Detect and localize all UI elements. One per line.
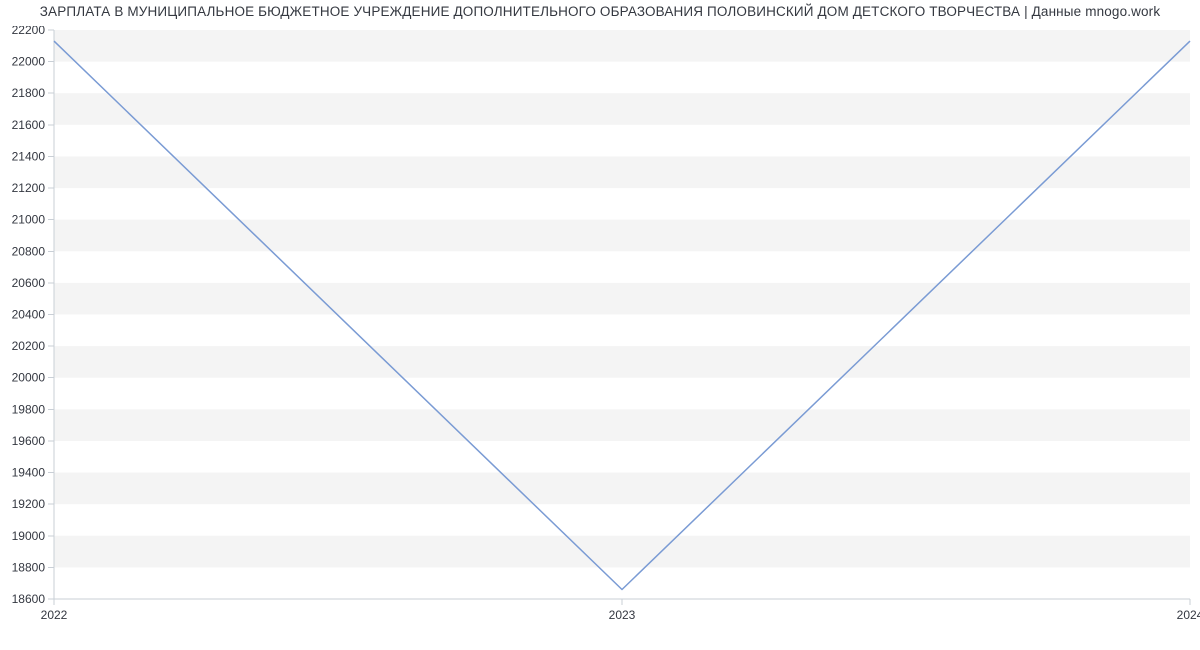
salary-line-chart: ЗАРПЛАТА В МУНИЦИПАЛЬНОЕ БЮДЖЕТНОЕ УЧРЕЖ… — [0, 0, 1200, 650]
svg-text:20400: 20400 — [12, 308, 46, 322]
svg-text:20600: 20600 — [12, 276, 46, 290]
svg-text:2023: 2023 — [609, 608, 636, 622]
svg-text:21000: 21000 — [12, 213, 46, 227]
svg-text:20000: 20000 — [12, 371, 46, 385]
svg-text:20200: 20200 — [12, 339, 46, 353]
svg-text:2022: 2022 — [41, 608, 68, 622]
svg-text:21200: 21200 — [12, 181, 46, 195]
svg-text:19800: 19800 — [12, 402, 46, 416]
svg-text:19400: 19400 — [12, 466, 46, 480]
svg-text:19600: 19600 — [12, 434, 46, 448]
svg-text:18600: 18600 — [12, 592, 46, 606]
svg-text:19200: 19200 — [12, 497, 46, 511]
svg-text:21600: 21600 — [12, 118, 46, 132]
svg-text:20800: 20800 — [12, 244, 46, 258]
svg-text:2024: 2024 — [1177, 608, 1200, 622]
svg-text:21800: 21800 — [12, 86, 46, 100]
svg-text:19000: 19000 — [12, 529, 46, 543]
chart-svg: 18600 18800 19000 19200 19400 19600 19800 20000… — [0, 26, 1200, 650]
svg-text:22000: 22000 — [12, 55, 46, 69]
svg-text:21400: 21400 — [12, 149, 46, 163]
svg-text:22200: 22200 — [12, 26, 46, 37]
svg-text:18800: 18800 — [12, 560, 46, 574]
chart-title: ЗАРПЛАТА В МУНИЦИПАЛЬНОЕ БЮДЖЕТНОЕ УЧРЕЖ… — [0, 4, 1200, 19]
